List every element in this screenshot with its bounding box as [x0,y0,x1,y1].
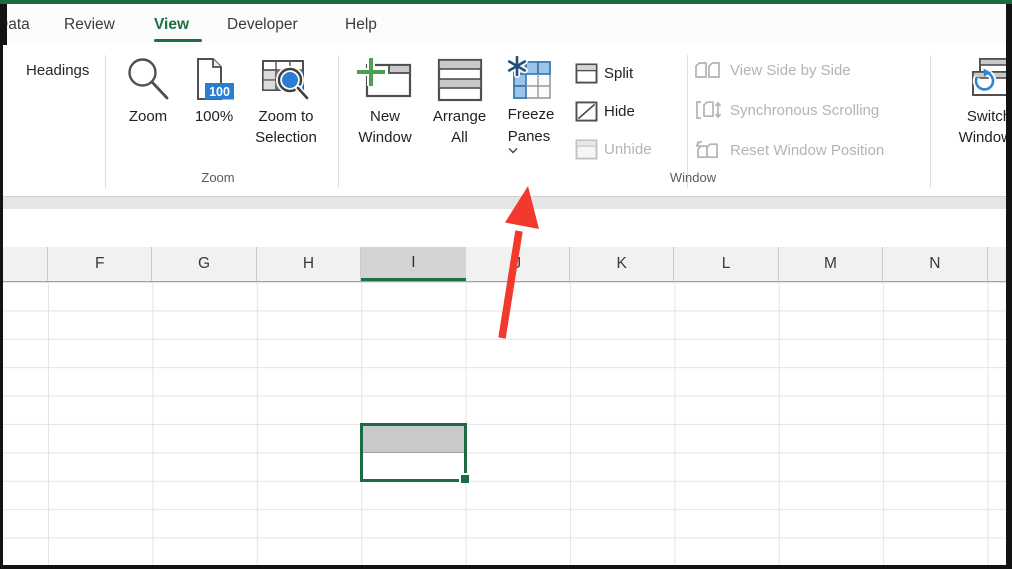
spreadsheet-grid[interactable] [0,282,1012,566]
ribbon-view-tab-content: Headings Zoom 100 100% Zoom to Selection… [0,45,1012,197]
column-header-J[interactable]: J [466,247,570,281]
page-100-badge-icon: 100 [191,54,237,106]
screenshot-bottom-edge [0,565,1012,569]
cascaded-windows-refresh-icon [964,54,1012,106]
ribbon-bottom-band [0,197,1012,209]
split-button[interactable]: Split [575,61,633,85]
unhide-button: Unhide [575,137,652,161]
cell-selection[interactable] [359,422,471,485]
magnifier-icon [125,54,171,106]
zoom-to-selection-button[interactable]: Zoom to Selection [248,54,324,154]
column-header-M[interactable]: M [779,247,884,281]
svg-text:100: 100 [209,85,230,99]
zoom-100-button[interactable]: 100 100% [182,54,246,154]
excel-window: Data Review View Developer Help Headings… [0,0,1012,569]
tab-developer[interactable]: Developer [227,4,298,45]
group-separator [338,55,339,188]
window-outline-icon [575,138,598,160]
tab-help[interactable]: Help [345,4,377,45]
screenshot-left-edge [0,45,3,569]
window-plus-icon [357,54,413,106]
hide-button[interactable]: Hide [575,99,635,123]
diagonal-window-icon [575,100,598,122]
column-header-I-selected[interactable]: I [361,247,466,281]
new-window-button[interactable]: New Window [348,54,422,154]
split-window-icon [575,62,598,84]
view-side-by-side-button: View Side by Side [694,59,851,81]
fill-handle[interactable] [458,473,471,485]
column-header-K[interactable]: K [570,247,675,281]
column-headers: E F G H J K L M N I [0,247,1012,282]
tab-review[interactable]: Review [64,4,115,45]
arrange-all-button[interactable]: Arrange All [423,54,496,154]
column-header-H[interactable]: H [257,247,362,281]
freeze-panes-button[interactable]: Freeze Panes [496,54,566,154]
shaded-cell [362,425,464,453]
page-updown-arrows-icon [694,100,726,120]
window-top-accent-bar [0,0,1012,4]
chevron-down-icon [508,147,555,154]
column-header-E[interactable]: E [0,247,48,281]
formula-bar-area [0,209,1012,247]
column-header-F[interactable]: F [48,247,153,281]
group-separator [930,55,931,188]
zoom-button[interactable]: Zoom [118,54,178,154]
screenshot-right-edge [1006,4,1012,569]
group-separator [687,55,688,188]
reset-window-position-button: Reset Window Position [694,139,884,161]
ribbon-tab-bar: Data Review View Developer Help [0,4,1012,45]
column-header-N[interactable]: N [883,247,988,281]
two-pages-icon [694,61,726,79]
column-header-L[interactable]: L [674,247,779,281]
freeze-panes-label: Panes [507,128,551,145]
group-separator [105,55,106,188]
switch-windows-button[interactable]: Switch Windows [950,54,1012,154]
stacked-windows-icon [436,54,484,106]
pages-curved-arrow-icon [694,140,726,160]
snowflake-grid-icon [506,54,556,104]
zoom-group-label: Zoom [201,170,235,185]
selected-tab-underline [154,39,202,42]
synchronous-scrolling-button: Synchronous Scrolling [694,99,879,121]
show-group-headings-checkbox-label[interactable]: Headings [26,62,89,79]
window-group-label: Window [669,170,717,185]
screenshot-left-edge [0,4,7,45]
column-header-G[interactable]: G [152,247,257,281]
grid-magnifier-icon [260,54,312,106]
